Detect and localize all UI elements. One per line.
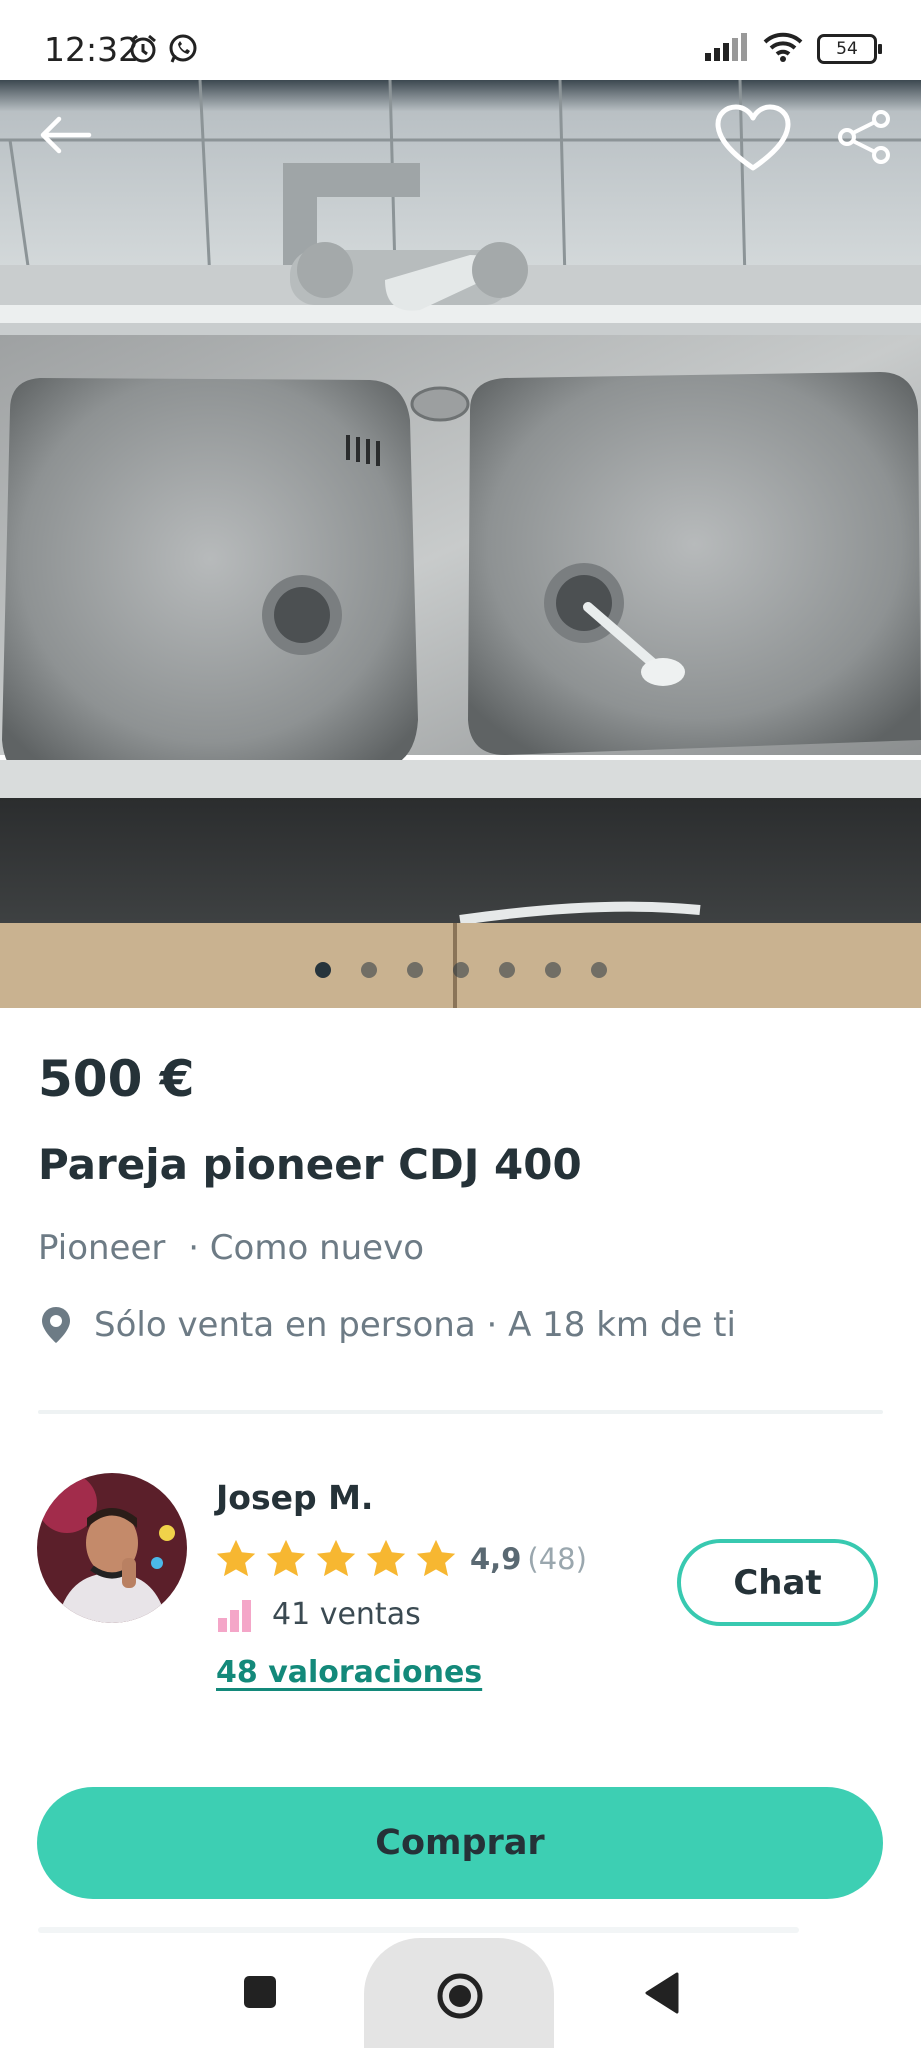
rating-count: (48) [527,1542,587,1576]
wifi-icon [763,32,803,66]
circle-icon [437,1973,483,2019]
sales-count: 41 ventas [272,1597,421,1632]
seller-avatar[interactable] [37,1473,187,1623]
rating-value: 4,9 [470,1542,522,1576]
battery-icon: 54 [817,34,882,64]
listing-condition: · Como nuevo [188,1228,425,1268]
listing-brand: Pioneer [38,1228,166,1268]
seller-rating: 4,9 (48) [214,1538,587,1580]
seller-name[interactable]: Josep M. [216,1478,373,1517]
heart-icon [715,104,791,171]
carousel-indicator [0,962,921,978]
carousel-dot[interactable] [360,962,377,978]
alarm-icon [127,33,159,69]
star-icon [316,1539,356,1577]
carousel-dot[interactable] [406,962,423,978]
sales-chart-icon [218,1599,251,1632]
square-icon [244,1976,276,2008]
section-divider [38,1410,883,1414]
status-time: 12:32 [44,30,140,69]
seller-photo [37,1473,187,1623]
share-button[interactable] [830,102,900,172]
carousel-dot[interactable] [452,962,469,978]
carousel-dot[interactable] [590,962,607,978]
location-pin-icon [42,1307,70,1343]
signal-icon [705,33,749,65]
listing-title: Pareja pioneer CDJ 400 [38,1140,582,1189]
recents-button[interactable] [238,1970,282,2014]
reviews-link[interactable]: 48 valoraciones [216,1655,482,1690]
product-image-carousel[interactable] [0,80,921,1008]
product-photo [0,80,921,1008]
whatsapp-icon [167,33,199,69]
buy-button[interactable]: Comprar [37,1787,883,1899]
share-icon [838,110,890,164]
favorite-button[interactable] [708,94,798,184]
home-button[interactable] [430,1966,490,2026]
star-icon [416,1539,456,1577]
chat-button[interactable]: Chat [677,1539,878,1626]
seller-sales: 41 ventas [216,1597,421,1632]
triangle-back-icon [645,1972,679,2014]
listing-price: 500 € [38,1050,195,1108]
star-icon [366,1539,406,1577]
back-nav-button[interactable] [636,1968,686,2018]
carousel-dot[interactable] [544,962,561,978]
listing-location: Sólo venta en persona · A 18 km de ti [38,1305,736,1345]
star-icon [266,1539,306,1577]
back-button[interactable] [30,100,100,170]
back-arrow-icon [40,116,92,154]
status-bar: 12:32 54 [0,0,921,80]
listing-meta: Pioneer · Como nuevo [38,1228,424,1268]
star-icon [216,1539,256,1577]
carousel-dot[interactable] [314,962,331,978]
location-text: Sólo venta en persona · A 18 km de ti [94,1305,736,1345]
carousel-dot[interactable] [498,962,515,978]
